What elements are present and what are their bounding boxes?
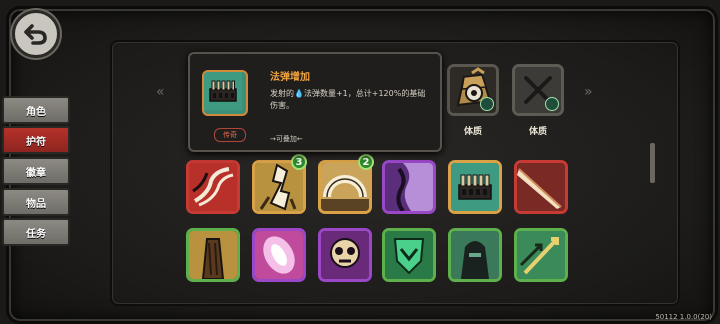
nav-item-badge[interactable]: 徽章 [2,157,70,185]
shield-badge-icon [480,97,494,111]
amulet-card[interactable] [382,228,436,282]
amulet-card[interactable] [514,228,568,282]
stack-count-badge: 3 [291,154,307,170]
nav-label: 任务 [26,228,46,240]
amulet-card[interactable] [382,160,436,214]
back-button[interactable] [12,10,60,58]
slot-label: 体质 [463,127,482,137]
earth-pillar-icon [189,231,237,279]
version-label: 50112 1.0.0(20) [655,313,712,321]
crimson-slash-icon [189,163,237,211]
nav-item-quest[interactable]: 任务 [2,218,70,246]
nav-item-items[interactable]: 物品 [2,188,70,216]
shield-icon [385,231,433,279]
nav-label: 角色 [26,106,46,118]
shield-badge-icon [545,97,559,111]
rarity-badge: 传奇 [214,128,246,142]
amulet-card[interactable] [186,160,240,214]
equipped-slot-2[interactable] [512,64,564,116]
bullet-magazine-icon [202,70,248,116]
spirit-wisp-icon [255,231,303,279]
hooded-figure-icon [451,231,499,279]
tooltip-title: 法弹增加 [270,72,310,83]
desc-text: 发射的 [270,89,294,98]
lightning-crack-icon [255,163,303,211]
amulet-tooltip: 法弹增加 发射的💧法弹数量+1，总计+120%的基础伤害。 传奇 →可叠加← [188,52,442,152]
shadow-figure-icon [385,163,433,211]
amulet-card[interactable] [252,228,306,282]
chevron-left-icon[interactable]: « [156,84,165,100]
mana-icon: 💧 [294,89,304,98]
equipped-slot-1[interactable] [447,64,499,116]
slot-label: 体质 [528,127,547,137]
back-arrow-icon [23,21,49,47]
nav-label: 徽章 [26,167,46,179]
amulet-card[interactable] [514,160,568,214]
chevron-right-icon[interactable]: » [584,84,593,100]
amulet-card[interactable] [318,228,372,282]
halo-ring-icon [321,163,369,211]
nav-label: 物品 [26,198,46,210]
rising-arrows-icon [517,231,565,279]
skull-mask-icon [321,231,369,279]
tooltip-description: 发射的💧法弹数量+1，总计+120%的基础伤害。 [270,88,432,112]
amulet-card-selected[interactable] [448,160,502,214]
stack-count-badge: 2 [358,154,374,170]
amulet-card[interactable] [448,228,502,282]
stackable-text: →可叠加← [270,135,303,143]
bullet-magazine-icon [451,163,499,211]
scrollbar[interactable] [650,143,655,183]
nav-item-character[interactable]: 角色 [2,96,70,124]
nav-item-amulet[interactable]: 护符 [2,126,70,154]
nav-label: 护符 [26,136,46,148]
piercing-beam-icon [517,163,565,211]
amulet-card[interactable] [186,228,240,282]
